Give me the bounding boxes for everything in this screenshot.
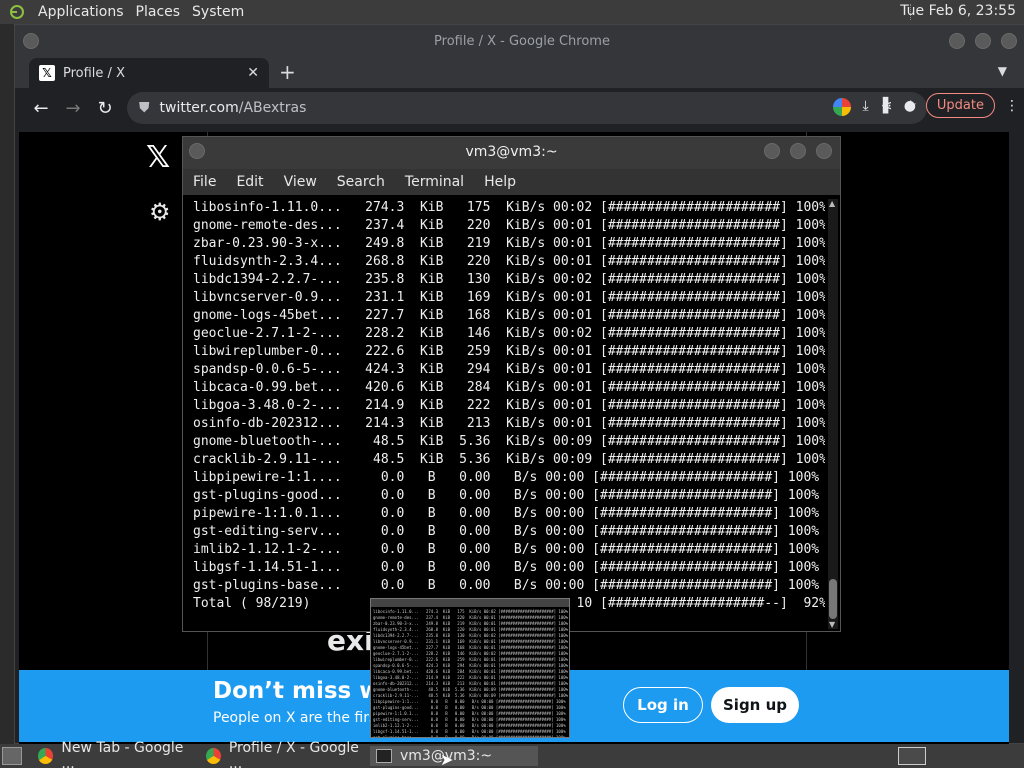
x-favicon-icon: 𝕏 <box>39 65 55 81</box>
back-button[interactable]: ← <box>25 98 57 119</box>
taskbar-item-label: New Tab - Google ... <box>61 740 184 768</box>
terminal-line: geoclue-2.7.1-2-... 228.2 KiB 146 KiB/s … <box>193 326 825 341</box>
taskbar-item-terminal[interactable]: vm3@vm3:~ <box>370 746 538 766</box>
terminal-menu-edit[interactable]: Edit <box>236 174 263 190</box>
terminal-line: libvncserver-0.9... 231.1 KiB 169 KiB/s … <box>193 290 825 305</box>
terminal-maximize-button[interactable] <box>790 143 806 159</box>
terminal-window-menu-button[interactable] <box>189 143 205 159</box>
terminal-line: libcaca-0.99.bet... 420.6 KiB 284 KiB/s … <box>193 380 825 395</box>
chrome-titlebar[interactable]: Profile / X - Google Chrome <box>15 25 1024 58</box>
terminal-line: gnome-bluetooth-... 48.5 KiB 5.36 KiB/s … <box>193 434 825 449</box>
terminal-line: gnome-remote-des... 237.4 KiB 220 KiB/s … <box>193 218 825 233</box>
close-window-button[interactable] <box>1001 33 1017 49</box>
profile-avatar-icon[interactable]: ● <box>904 98 916 114</box>
terminal-line: gst-editing-serv... 0.0 B 0.00 B/s 00:00… <box>193 524 820 539</box>
terminal-line: libwireplumber-0... 222.6 KiB 259 KiB/s … <box>193 344 825 359</box>
terminal-close-button[interactable] <box>816 143 832 159</box>
preview-content: libosinfo-1.11.0... 274.3 KiB 175 KiB/s … <box>373 609 569 738</box>
minimize-button[interactable] <box>949 33 965 49</box>
terminal-output[interactable]: libosinfo-1.11.0... 274.3 KiB 175 KiB/s … <box>193 199 825 623</box>
browser-toolbar: ← → ↻ ⛊ twitter.com /ABextras ⤓ ⋖ ☆ ▌ ● … <box>15 88 1024 128</box>
taskbar-item-label: Profile / X - Google ... <box>228 740 359 768</box>
terminal-line: imlib2-1.12.1-2-... 0.0 B 0.00 B/s 00:00… <box>193 542 820 557</box>
login-button[interactable]: Log in <box>623 687 703 723</box>
terminal-line: gnome-logs-45bet... 227.7 KiB 168 KiB/s … <box>193 308 825 323</box>
top-panel: Applications Places System Tue Feb 6, 23… <box>0 0 1024 24</box>
menu-system[interactable]: System <box>186 4 250 20</box>
banner-subtext: People on X are the firs <box>213 710 377 726</box>
preview-titlebar <box>371 599 569 607</box>
terminal-line: libdc1394-2.2.7-... 235.8 KiB 130 KiB/s … <box>193 272 825 287</box>
reload-button[interactable]: ↻ <box>89 98 121 119</box>
taskbar-item-new-tab[interactable]: New Tab - Google ... <box>32 740 196 768</box>
terminal-line: gst-plugins-base... 0.0 B 0.00 B/s 00:00… <box>193 578 820 593</box>
tab-strip: 𝕏 Profile / X ✕ + ▼ <box>15 58 1024 88</box>
terminal-line: spandsp-0.0.6-5-... 424.3 KiB 294 KiB/s … <box>193 362 825 377</box>
terminal-window-preview[interactable]: libosinfo-1.11.0... 274.3 KiB 175 KiB/s … <box>370 598 570 738</box>
install-app-icon[interactable]: ⤓ <box>863 98 869 116</box>
side-panel-icon[interactable]: ▌ <box>883 98 894 114</box>
terminal-menu-help[interactable]: Help <box>484 174 516 190</box>
distro-logo-icon[interactable] <box>6 3 28 21</box>
kebab-menu-icon[interactable]: ⋮ <box>1005 98 1019 114</box>
terminal-line: osinfo-db-202312... 214.3 KiB 213 KiB/s … <box>193 416 825 431</box>
chrome-icon <box>206 748 221 764</box>
terminal-line: gst-plugins-good... 0.0 B 0.00 B/s 00:00… <box>193 488 820 503</box>
terminal-title: vm3@vm3:~ <box>465 144 558 160</box>
scrollbar-thumb[interactable] <box>829 579 837 619</box>
terminal-line: libpipewire-1:1.... 0.0 B 0.00 B/s 00:00… <box>193 470 820 485</box>
clock[interactable]: Tue Feb 6, 23:55 <box>900 3 1016 19</box>
workspace-switcher[interactable] <box>898 747 926 765</box>
tab-profile-x[interactable]: 𝕏 Profile / X ✕ <box>29 58 269 88</box>
new-tab-button[interactable]: + <box>279 60 296 84</box>
terminal-menu-file[interactable]: File <box>193 174 216 190</box>
terminal-line: pipewire-1:1.0.1... 0.0 B 0.00 B/s 00:00… <box>193 506 820 521</box>
tab-search-chevron-icon[interactable]: ▼ <box>998 64 1007 78</box>
terminal-menu-view[interactable]: View <box>284 174 317 190</box>
terminal-menu-terminal[interactable]: Terminal <box>405 174 464 190</box>
scroll-down-arrow-icon[interactable]: ▼ <box>829 620 835 629</box>
bottom-taskbar: New Tab - Google ... Profile / X - Googl… <box>0 740 1024 768</box>
terminal-minimize-button[interactable] <box>764 143 780 159</box>
terminal-scrollbar[interactable]: ▲ ▼ <box>828 199 838 629</box>
taskbar-item-profile-x[interactable]: Profile / X - Google ... <box>200 740 366 768</box>
menu-places[interactable]: Places <box>130 4 187 20</box>
terminal-line: libgoa-3.48.0-2-... 214.9 KiB 222 KiB/s … <box>193 398 825 413</box>
scroll-up-arrow-icon[interactable]: ▲ <box>829 199 835 208</box>
terminal-line: cracklib-2.9.11-... 48.5 KiB 5.36 KiB/s … <box>193 452 825 467</box>
chrome-icon <box>38 748 54 764</box>
terminal-line: zbar-0.23.90-3-x... 249.8 KiB 219 KiB/s … <box>193 236 825 251</box>
terminal-window: vm3@vm3:~ File Edit View Search Terminal… <box>182 136 841 632</box>
terminal-line: libgsf-1.14.51-1... 0.0 B 0.00 B/s 00:00… <box>193 560 820 575</box>
terminal-line: libosinfo-1.11.0... 274.3 KiB 175 KiB/s … <box>193 200 825 215</box>
maximize-button[interactable] <box>975 33 991 49</box>
forward-button[interactable]: → <box>57 98 89 119</box>
terminal-menu-search[interactable]: Search <box>337 174 385 190</box>
terminal-menubar: File Edit View Search Terminal Help <box>183 169 840 195</box>
signup-button[interactable]: Sign up <box>711 687 799 723</box>
tab-title: Profile / X <box>63 65 125 81</box>
terminal-icon <box>376 749 392 763</box>
x-logo-icon[interactable]: 𝕏 <box>146 140 170 175</box>
address-bar[interactable]: ⛊ twitter.com /ABextras ⤓ ⋖ ☆ <box>127 92 927 124</box>
terminal-titlebar[interactable]: vm3@vm3:~ <box>183 137 840 169</box>
update-button[interactable]: Update <box>925 93 995 118</box>
url-host: twitter.com <box>159 100 239 116</box>
window-menu-button[interactable] <box>23 33 39 49</box>
show-desktop-button[interactable] <box>2 747 22 765</box>
chrome-window-title: Profile / X - Google Chrome <box>434 34 610 49</box>
site-info-icon[interactable]: ⛊ <box>139 100 150 116</box>
terminal-line: fluidsynth-2.3.4... 268.8 KiB 220 KiB/s … <box>193 254 825 269</box>
close-tab-icon[interactable]: ✕ <box>247 65 259 81</box>
menu-applications[interactable]: Applications <box>32 4 130 20</box>
settings-gear-icon[interactable]: ⚙ <box>149 198 171 226</box>
url-path: /ABextras <box>238 100 307 116</box>
google-lens-icon[interactable] <box>832 98 851 116</box>
mouse-cursor-icon: ➤ <box>440 750 454 768</box>
